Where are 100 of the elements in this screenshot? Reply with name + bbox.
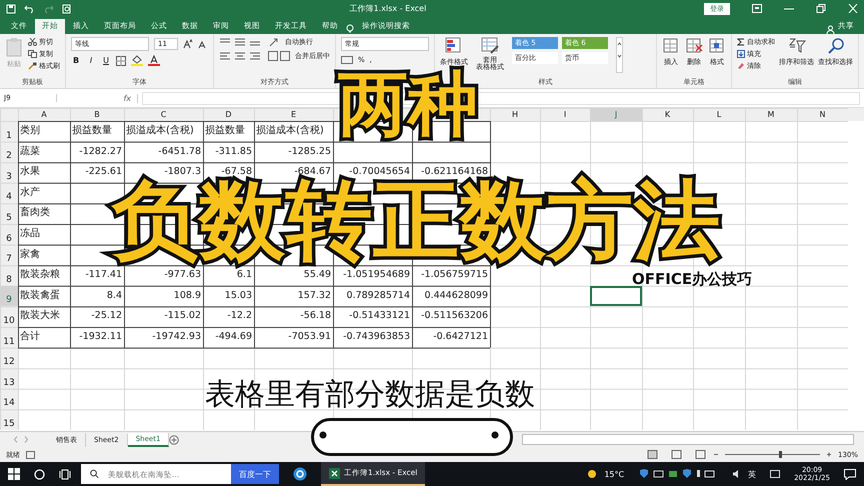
table-cell-text: 水果	[19, 164, 41, 180]
table-cell-text: -115.02	[163, 309, 202, 324]
row-header[interactable]: 8	[0, 265, 18, 286]
font-color-icon[interactable]	[148, 55, 160, 66]
task-view-icon[interactable]	[59, 468, 71, 480]
indent-icon[interactable]	[268, 51, 290, 61]
zoom-in-icon[interactable]	[826, 450, 832, 459]
ribbon-display-icon[interactable]	[752, 4, 762, 13]
row-header[interactable]: 1	[0, 121, 18, 142]
add-sheet-icon[interactable]	[169, 434, 180, 444]
sort-filter-icon	[788, 37, 806, 55]
table-cell-text: 0.444628099	[424, 288, 489, 303]
column-header[interactable]: D	[203, 108, 254, 121]
column-header[interactable]: J	[590, 108, 642, 121]
fill-color-icon[interactable]	[131, 55, 143, 66]
row-header[interactable]: 14	[0, 388, 18, 410]
column-header[interactable]: E	[254, 108, 333, 121]
keyboard-icon[interactable]	[770, 469, 780, 479]
table-cell-text: 冻品	[19, 226, 41, 241]
table-cell-text: 55.49	[302, 268, 332, 282]
window-title: 工作簿1.xlsx - Excel	[348, 3, 428, 14]
table-cell-text: 6.1	[236, 268, 253, 282]
table-cell-text: -311.85	[214, 144, 253, 159]
browser-icon[interactable]	[293, 467, 307, 481]
table-cell-text: 损溢成本(含税)	[255, 124, 325, 138]
table-cell-text: -0.743963853	[342, 330, 411, 344]
row-header[interactable]: 7	[0, 244, 18, 266]
row-header[interactable]: 6	[0, 224, 18, 245]
underline-button[interactable]: U	[101, 56, 111, 65]
restore-icon[interactable]	[816, 4, 826, 13]
table-cell-text: 合计	[19, 330, 41, 344]
column-header[interactable]: I	[540, 108, 590, 121]
borders-icon[interactable]	[116, 56, 126, 66]
column-header[interactable]: N	[797, 108, 848, 121]
row-header[interactable]: 9	[0, 286, 18, 306]
currency-icon[interactable]	[341, 55, 353, 65]
copy-icon	[28, 50, 37, 58]
table-cell-text: 类别	[19, 124, 41, 138]
table-cell-text: -19742.93	[151, 330, 202, 344]
macro-icon	[26, 450, 35, 458]
gallery-scroll-icon[interactable]	[616, 37, 623, 73]
column-header[interactable]: H	[490, 108, 540, 121]
horizontal-scrollbar[interactable]	[522, 434, 854, 445]
column-header[interactable]: A	[18, 108, 70, 121]
table-cell-text: -56.18	[299, 309, 332, 324]
row-header[interactable]: 15	[0, 409, 18, 430]
circle-icon[interactable]	[34, 468, 45, 480]
windows-logo-icon[interactable]	[8, 468, 20, 480]
input-method-indicator[interactable]: 英	[748, 468, 756, 480]
italic-button[interactable]: I	[86, 56, 96, 65]
zoom-slider-thumb[interactable]	[779, 451, 782, 458]
row-header[interactable]: 12	[0, 348, 18, 368]
column-header[interactable]: B	[70, 108, 124, 121]
align-left-icon[interactable]	[219, 51, 263, 61]
table-cell-text: -25.12	[90, 309, 123, 324]
column-header[interactable]: K	[642, 108, 693, 121]
bold-button[interactable]: B	[71, 56, 81, 65]
shrink-font-icon[interactable]	[198, 39, 208, 49]
fill-down-icon	[737, 50, 745, 58]
insert-function-button[interactable]: fx	[61, 94, 138, 102]
undo-icon[interactable]	[24, 4, 35, 14]
table-cell-text: -0.6427121	[432, 330, 489, 344]
table-cell-text: -494.69	[214, 330, 253, 344]
row-header[interactable]: 11	[0, 326, 18, 348]
view-modes-icon[interactable]	[646, 450, 707, 459]
row-header[interactable]: 13	[0, 368, 18, 389]
table-cell-text: 蔬菜	[19, 144, 41, 159]
row-header[interactable]: 2	[0, 142, 18, 162]
table-cell-text: 损溢成本(含税)	[125, 124, 195, 138]
delete-cells-icon	[685, 37, 703, 55]
close-icon[interactable]	[848, 4, 858, 13]
search-icon	[826, 37, 844, 55]
table-cell-text: -0.51433121	[348, 309, 411, 324]
row-header[interactable]: 5	[0, 203, 18, 224]
table-cell-text: -1.056759715	[420, 268, 489, 282]
paintbrush-icon	[28, 62, 37, 70]
clipboard-icon	[5, 37, 23, 57]
search-button[interactable]: 百度一下	[231, 464, 279, 484]
table-format-icon	[481, 37, 499, 55]
orientation-icon[interactable]	[268, 37, 280, 47]
table-cell-text: -6451.78	[157, 144, 202, 159]
row-header[interactable]: 4	[0, 182, 18, 204]
table-cell-text: -117.41	[84, 268, 123, 282]
align-top-icon[interactable]	[219, 37, 263, 47]
grow-font-icon[interactable]	[183, 39, 193, 49]
print-preview-icon[interactable]	[62, 4, 72, 14]
column-header[interactable]: L	[693, 108, 745, 121]
row-header[interactable]: 3	[0, 162, 18, 183]
table-cell-text: -225.61	[84, 165, 123, 178]
save-icon[interactable]	[6, 4, 16, 14]
table-cell-text: -0.511563206	[420, 309, 489, 324]
column-header[interactable]: C	[124, 108, 203, 121]
row-header[interactable]: 10	[0, 306, 18, 327]
brand-caption: OFFICE办公技巧	[632, 270, 752, 289]
notification-icon[interactable]	[844, 468, 856, 480]
table-cell-text: 散装杂粮	[19, 268, 61, 282]
selected-cell[interactable]	[590, 286, 642, 306]
column-header[interactable]: M	[745, 108, 797, 121]
table-cell-text: 损益数量	[71, 124, 113, 138]
table-cell-text: 8.4	[106, 288, 123, 303]
